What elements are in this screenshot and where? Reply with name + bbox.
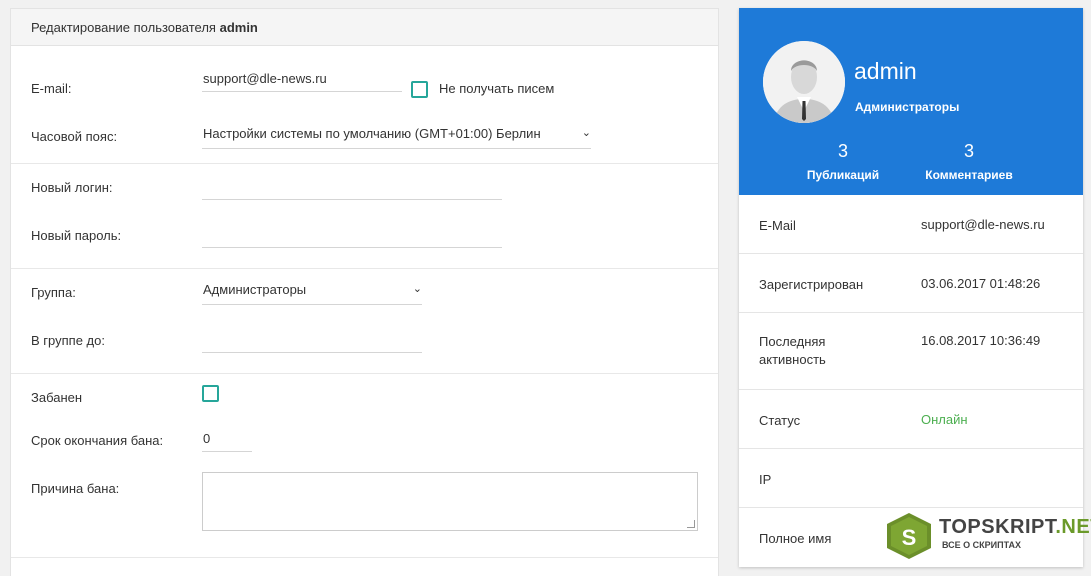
profile-card: admin Администраторы 3 Публикаций 3 Комм… xyxy=(739,8,1083,567)
edit-user-panel: Редактирование пользователя admin E-mail… xyxy=(10,8,719,576)
banned-label: Забанен xyxy=(31,390,83,405)
avatar xyxy=(763,41,845,123)
watermark-title-suffix: .NET xyxy=(1055,516,1091,538)
publications-count: 3 xyxy=(837,141,848,161)
group-select[interactable]: Администраторы ⌄ xyxy=(202,279,422,305)
ban-end-label: Срок окончания бана: xyxy=(31,433,164,448)
timezone-row: Часовой пояс: Настройки системы по умолч… xyxy=(11,104,718,152)
timezone-label: Часовой пояс: xyxy=(31,129,118,144)
resize-grip-icon[interactable] xyxy=(687,520,695,528)
publications-stat[interactable]: 3 Публикаций xyxy=(797,141,889,182)
panel-title: Редактирование пользователя xyxy=(31,20,216,35)
profile-header: admin Администраторы 3 Публикаций 3 Комм… xyxy=(739,8,1083,195)
ban-end-field[interactable] xyxy=(202,426,252,452)
info-row-status: Статус Онлайн xyxy=(739,390,1083,449)
email-row: E-mail: Не получать писем xyxy=(11,56,718,104)
ban-reason-label: Причина бана: xyxy=(31,481,120,496)
new-login-label: Новый логин: xyxy=(31,180,113,195)
info-row-last-activity: Последняя активность 16.08.2017 10:36:49 xyxy=(739,313,1083,390)
logo-letter: S xyxy=(902,525,917,550)
contact-section: E-mail: Не получать писем Часовой пояс: … xyxy=(11,46,718,164)
chevron-down-icon: ⌄ xyxy=(412,283,422,295)
new-login-field[interactable] xyxy=(202,174,502,200)
new-password-row: Новый пароль: xyxy=(11,212,718,260)
info-key: Полное имя xyxy=(759,531,832,546)
info-key: Зарегистрирован xyxy=(759,277,864,292)
new-password-field[interactable] xyxy=(202,222,502,248)
user-avatar-icon xyxy=(763,41,845,123)
watermark-subtitle: ВСЕ О СКРИПТАХ xyxy=(942,540,1022,550)
group-until-row: В группе до: xyxy=(11,317,718,365)
email-label: E-mail: xyxy=(31,81,72,96)
panel-title-username: admin xyxy=(219,20,258,35)
info-key-line1: Последняя xyxy=(759,334,826,349)
email-field[interactable] xyxy=(202,66,402,92)
comments-count: 3 xyxy=(963,141,974,161)
info-key: E-Mail xyxy=(759,218,796,233)
info-key: Последняя активность xyxy=(759,333,826,369)
panel-header: Редактирование пользователя admin xyxy=(11,9,718,46)
info-key: IP xyxy=(759,472,772,487)
info-key-line2: активность xyxy=(759,352,826,367)
group-until-label: В группе до: xyxy=(31,333,105,348)
ban-reason-row: Причина бана: xyxy=(11,466,718,531)
group-value: Администраторы xyxy=(203,282,307,297)
no-mail-label: Не получать писем xyxy=(439,81,555,96)
profile-username: admin xyxy=(854,58,917,84)
info-value: 03.06.2017 01:48:26 xyxy=(921,276,1041,291)
chevron-down-icon: ⌄ xyxy=(581,127,591,139)
info-value: 16.08.2017 10:36:49 xyxy=(921,333,1041,348)
info-row-registered: Зарегистрирован 03.06.2017 01:48:26 xyxy=(739,254,1083,313)
watermark-logo: S TOPSKRIPT.NET ВСЕ О СКРИПТАХ xyxy=(884,510,1091,560)
ban-end-row: Срок окончания бана: xyxy=(11,418,718,466)
info-key: Статус xyxy=(759,413,801,428)
info-row-ip: IP xyxy=(739,449,1083,508)
watermark-title: TOPSKRIPT.NET xyxy=(939,516,1091,539)
status-badge: Онлайн xyxy=(921,412,968,427)
group-until-field[interactable] xyxy=(202,327,422,353)
no-mail-checkbox[interactable] xyxy=(411,81,428,98)
info-value: support@dle-news.ru xyxy=(921,217,1045,232)
hexagon-logo-icon: S xyxy=(887,513,931,559)
group-row: Группа: Администраторы ⌄ xyxy=(11,269,718,317)
group-section: Группа: Администраторы ⌄ В группе до: xyxy=(11,269,718,374)
ban-section: Забанен Срок окончания бана: Причина бан… xyxy=(11,374,718,558)
credentials-section: Новый логин: Новый пароль: xyxy=(11,164,718,269)
new-login-row: Новый логин: xyxy=(11,164,718,212)
new-password-label: Новый пароль: xyxy=(31,228,122,243)
info-row-email: E-Mail support@dle-news.ru xyxy=(739,195,1083,254)
banned-row: Забанен xyxy=(11,374,718,422)
ban-reason-textarea[interactable] xyxy=(202,472,698,531)
banned-checkbox[interactable] xyxy=(202,385,219,402)
comments-stat[interactable]: 3 Комментариев xyxy=(917,141,1021,182)
publications-label: Публикаций xyxy=(806,168,880,182)
timezone-select[interactable]: Настройки системы по умолчанию (GMT+01:0… xyxy=(202,123,591,149)
group-label: Группа: xyxy=(31,285,76,300)
watermark-title-main: TOPSKRIPT xyxy=(939,516,1056,538)
profile-group: Администраторы xyxy=(855,100,960,114)
timezone-value: Настройки системы по умолчанию (GMT+01:0… xyxy=(203,126,541,141)
comments-label: Комментариев xyxy=(925,168,1013,182)
